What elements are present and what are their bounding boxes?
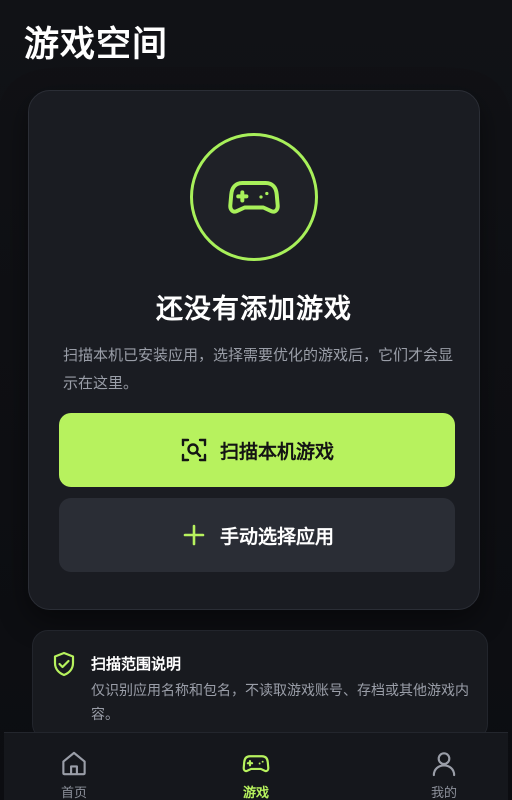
plus-icon <box>180 521 208 549</box>
bottom-nav: 首页 游戏 我的 <box>4 732 508 800</box>
page-title: 游戏空间 <box>24 25 169 65</box>
scan-icon <box>180 436 208 464</box>
scan-games-button[interactable]: 扫描本机游戏 <box>59 413 455 487</box>
nav-label-home: 首页 <box>60 786 87 800</box>
nav-label-me: 我的 <box>430 786 457 800</box>
game-space-screen: 游戏空间 还没有添加游戏 扫描本机已安装应用，选择需要优化的游戏后，它们才会显示… <box>0 0 512 800</box>
gamepad-icon <box>228 181 280 214</box>
info-title: 扫描范围说明 <box>91 655 182 673</box>
nav-item-games[interactable]: 游戏 <box>196 733 316 800</box>
nav-item-home[interactable]: 首页 <box>14 733 134 800</box>
scan-scope-info-card: 扫描范围说明 仅识别应用名称和包名，不读取游戏账号、存档或其他游戏内容。 <box>32 630 488 740</box>
empty-state-title: 还没有添加游戏 <box>156 294 352 325</box>
info-text: 仅识别应用名称和包名，不读取游戏账号、存档或其他游戏内容。 <box>91 683 469 723</box>
manual-select-button[interactable]: 手动选择应用 <box>59 498 455 572</box>
scan-games-label: 扫描本机游戏 <box>219 440 334 463</box>
shield-check-icon <box>53 651 75 677</box>
empty-state-description: 扫描本机已安装应用，选择需要优化的游戏后，它们才会显示在这里。 <box>63 346 454 392</box>
gamepad-icon <box>242 755 270 773</box>
user-icon <box>432 752 456 777</box>
home-icon <box>62 751 86 776</box>
nav-label-games: 游戏 <box>242 786 269 800</box>
nav-item-me[interactable]: 我的 <box>384 733 504 800</box>
empty-state-card: 还没有添加游戏 扫描本机已安装应用，选择需要优化的游戏后，它们才会显示在这里。 … <box>28 90 480 610</box>
manual-select-label: 手动选择应用 <box>219 525 334 548</box>
empty-state-icon-ring <box>190 133 318 261</box>
